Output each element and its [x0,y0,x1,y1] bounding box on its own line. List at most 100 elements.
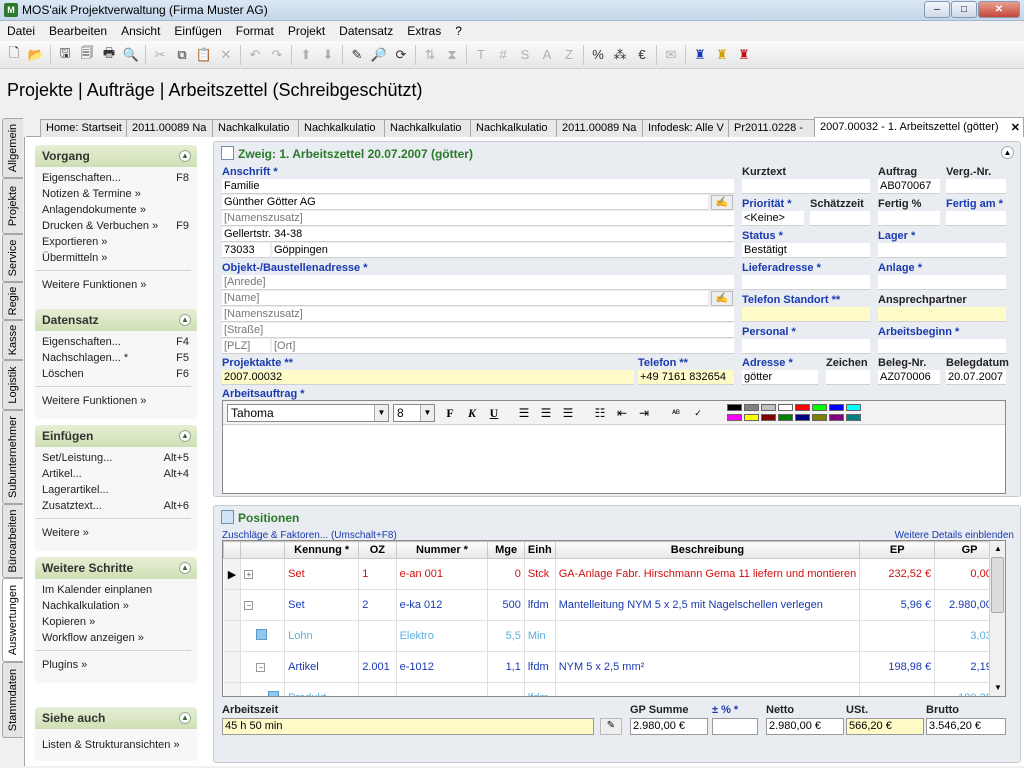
undo-icon[interactable]: ↶ [244,44,266,66]
einh-cell[interactable]: Stck [524,558,556,590]
netto-field[interactable]: 2.980,00 € [766,718,844,735]
new-icon[interactable]: 🗋 [3,44,25,66]
open-icon[interactable]: 📂 [25,44,47,66]
fertig-field[interactable] [878,211,940,226]
find-icon[interactable]: 🔎 [368,44,390,66]
nummer-cell[interactable] [396,682,489,696]
table-row[interactable]: Produktlfdm180,38 € [223,682,1005,696]
color-swatch[interactable] [778,404,793,411]
lieferadresse-field[interactable] [742,275,870,290]
table-row[interactable]: − Set 2 e-ka 012 500 lfdm Mantelleitung NYM 5 … [223,589,1005,621]
kennung-cell[interactable]: Set [284,589,360,621]
belegnr-field[interactable]: AZ070006 [878,370,940,385]
prioritaet-field[interactable]: <Keine> [742,211,804,226]
row-selector[interactable] [223,682,242,696]
einh-cell[interactable]: lfdm [524,589,556,621]
action-exportieren[interactable]: Exportieren » [42,234,197,250]
user-yellow-icon[interactable]: ♜ [711,44,733,66]
table-row[interactable]: ▶ + Set 1 e-an 001 0 Stck GA-Anlage Fabr. Hirsc… [223,558,1005,590]
action-artikel[interactable]: Artikel... Alt+4 [42,466,197,482]
ep-cell[interactable]: 232,52 € [859,558,936,590]
minimize-button[interactable]: – [924,1,950,18]
telefon-field[interactable]: +49 7161 832654 [638,370,734,385]
einh-cell[interactable]: lfdm [524,651,556,683]
outdent-icon[interactable]: ⇤ [613,405,631,422]
lookup-icon[interactable]: 🔍 [120,44,142,66]
vtab-regie[interactable]: Regie [2,282,23,320]
cut-icon[interactable]: ✂ [149,44,171,66]
collapse-icon[interactable]: ▲ [179,562,191,574]
oz-cell[interactable]: 1 [358,558,397,590]
nummer-cell[interactable]: e-ka 012 [396,589,489,621]
ust-field[interactable]: 566,20 € [846,718,924,735]
action-ds-weitere[interactable]: Weitere Funktionen » [42,393,197,409]
action-listen[interactable]: Listen & Strukturansichten » [42,737,197,753]
beschreibung-cell[interactable]: GA-Anlage Fabr. Hirschmann Gema 11 liefe… [555,558,861,590]
scroll-up-icon[interactable]: ▲ [990,541,1005,557]
scroll-thumb[interactable] [991,557,1004,613]
table-row[interactable]: Lohn Elektro 5,5 Min 3,03 € [223,620,1005,652]
font-select[interactable]: Tahoma ▼ [227,404,389,422]
fertigam-field[interactable] [946,211,1006,226]
align-right-icon[interactable]: ☰ [559,405,577,422]
action-uebermitteln[interactable]: Übermitteln » [42,250,197,266]
expand-icon[interactable]: + [244,570,254,579]
editor-body[interactable] [223,425,1005,493]
color-swatch[interactable] [846,414,861,421]
print-icon[interactable]: 🖶 [98,44,120,66]
row-selector[interactable] [223,589,242,621]
size-select[interactable]: 8 ▼ [393,404,435,422]
col-kennung[interactable]: Kennung * [284,541,360,559]
action-set-leistung[interactable]: Set/Leistung... Alt+5 [42,450,197,466]
mge-cell[interactable]: 1,1 [487,651,525,683]
ep-cell[interactable]: 5,96 € [859,589,936,621]
color-swatch[interactable] [761,404,776,411]
gpsumme-field[interactable]: 2.980,00 € [630,718,708,735]
doc-tab-active[interactable]: 2007.00032 - 1. Arbeitszettel (götter) ✕ [814,117,1024,138]
arbeitszeit-field[interactable]: 45 h 50 min [222,718,594,735]
action-drucken[interactable]: Drucken & Verbuchen » F9 [42,218,197,234]
name-field[interactable]: Günther Götter AG [222,195,708,210]
bold-button[interactable]: F [441,405,459,422]
kennung-cell[interactable]: Set [284,558,360,590]
scroll-down-icon[interactable]: ▼ [990,680,1005,696]
arbeitsauftrag-editor[interactable]: Tahoma ▼ 8 ▼ F K U ☰ ☰ ☰ ☷ ⇤ ⇥ ᴬᴮ ✓ [222,400,1006,494]
menu-help[interactable]: ? [448,21,469,41]
einh-cell[interactable]: Min [524,620,556,652]
beschreibung-cell[interactable] [555,682,861,696]
doc-tab[interactable]: Pr2011.0228 - [728,119,815,137]
prozent-field[interactable] [712,718,758,735]
doc-tab[interactable]: Nachkalkulatio [298,119,385,137]
mge-cell[interactable]: 5,5 [487,620,525,652]
decimal-icon[interactable]: ⁂ [609,44,631,66]
collapse-icon[interactable]: ▲ [179,314,191,326]
col-oz[interactable]: OZ [358,541,397,559]
action-eigenschaften[interactable]: Eigenschaften... F8 [42,170,197,186]
row-selector[interactable]: ▶ [223,558,242,590]
kennung-cell[interactable]: Artikel [284,651,360,683]
doc-tab[interactable]: Nachkalkulatio [470,119,557,137]
col-mge[interactable]: Mge [487,541,525,559]
ort-field[interactable]: Göppingen [272,243,734,258]
action-ds-nachschlagen[interactable]: Nachschlagen... * F5 [42,350,197,366]
mge-cell[interactable]: 0 [487,558,525,590]
color-swatch[interactable] [795,414,810,421]
nummer-cell[interactable]: e-1012 [396,651,489,683]
action-plugins[interactable]: Plugins » [42,657,197,673]
action-kopieren[interactable]: Kopieren » [42,614,197,630]
bullet-list-icon[interactable]: ☷ [591,405,609,422]
objekt-name-field[interactable]: [Name] [222,291,708,306]
indent-icon[interactable]: ⇥ [635,405,653,422]
save-icon[interactable]: 🖫 [54,44,76,66]
vtab-service[interactable]: Service [2,234,23,282]
collapse-icon[interactable]: ▲ [179,150,191,162]
doc-tab[interactable]: Nachkalkulatio [212,119,299,137]
italic-button[interactable]: K [463,405,481,422]
color-swatch[interactable] [812,414,827,421]
menu-datei[interactable]: Datei [0,21,42,41]
collapse-icon[interactable]: ▲ [1001,146,1014,159]
close-button[interactable]: ✕ [978,1,1020,18]
collapse-icon[interactable]: − [256,663,266,672]
action-ds-loeschen[interactable]: Löschen F6 [42,366,197,382]
percent-icon[interactable]: % [587,44,609,66]
